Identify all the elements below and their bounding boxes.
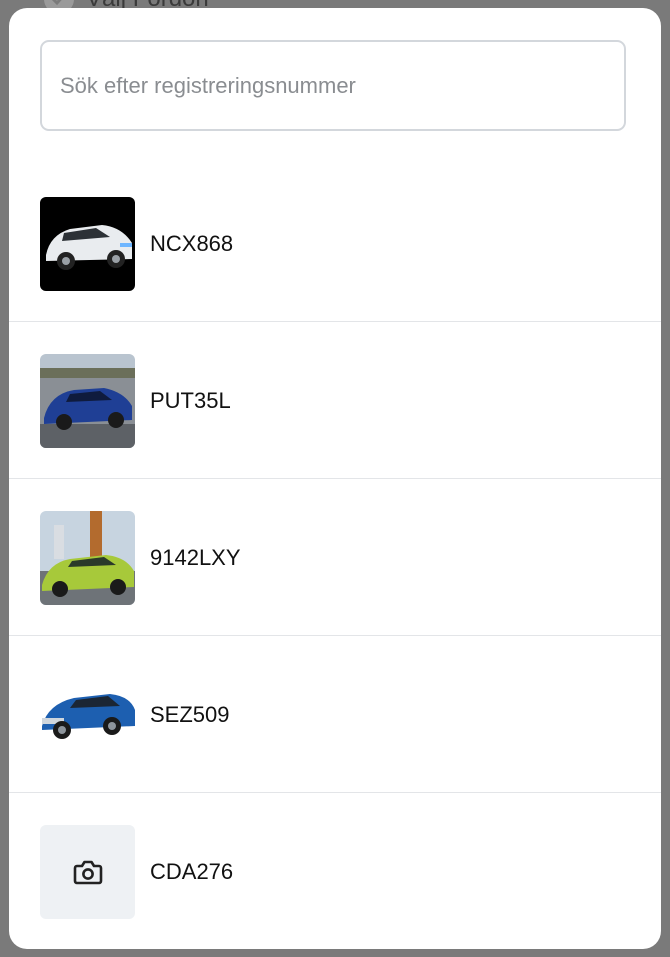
list-item[interactable]: PUT35L	[9, 322, 661, 479]
vehicle-plate: CDA276	[150, 858, 234, 884]
vehicle-plate: 9142LXY	[150, 544, 241, 570]
vehicle-thumbnail	[40, 511, 135, 605]
camera-icon	[73, 859, 103, 885]
list-item[interactable]: CDA276	[9, 793, 661, 949]
vehicle-thumbnail	[40, 668, 135, 762]
vehicle-thumbnail	[40, 354, 135, 448]
list-item[interactable]: 9142LXY	[9, 479, 661, 636]
vehicle-thumbnail	[40, 197, 135, 291]
vehicle-plate: PUT35L	[150, 387, 231, 413]
list-item[interactable]: NCX868	[9, 165, 661, 322]
vehicle-thumbnail-placeholder	[40, 825, 135, 919]
list-item[interactable]: SEZ509	[9, 636, 661, 793]
vehicle-picker-sheet: Sök efter registreringsnummer NCX868 PUT…	[9, 8, 661, 949]
vehicle-plate: NCX868	[150, 230, 234, 256]
vehicle-list: NCX868 PUT35L 9142LXY SEZ509 CDA276	[9, 165, 661, 949]
vehicle-plate: SEZ509	[150, 701, 230, 727]
search-input[interactable]: Sök efter registreringsnummer	[40, 40, 626, 131]
